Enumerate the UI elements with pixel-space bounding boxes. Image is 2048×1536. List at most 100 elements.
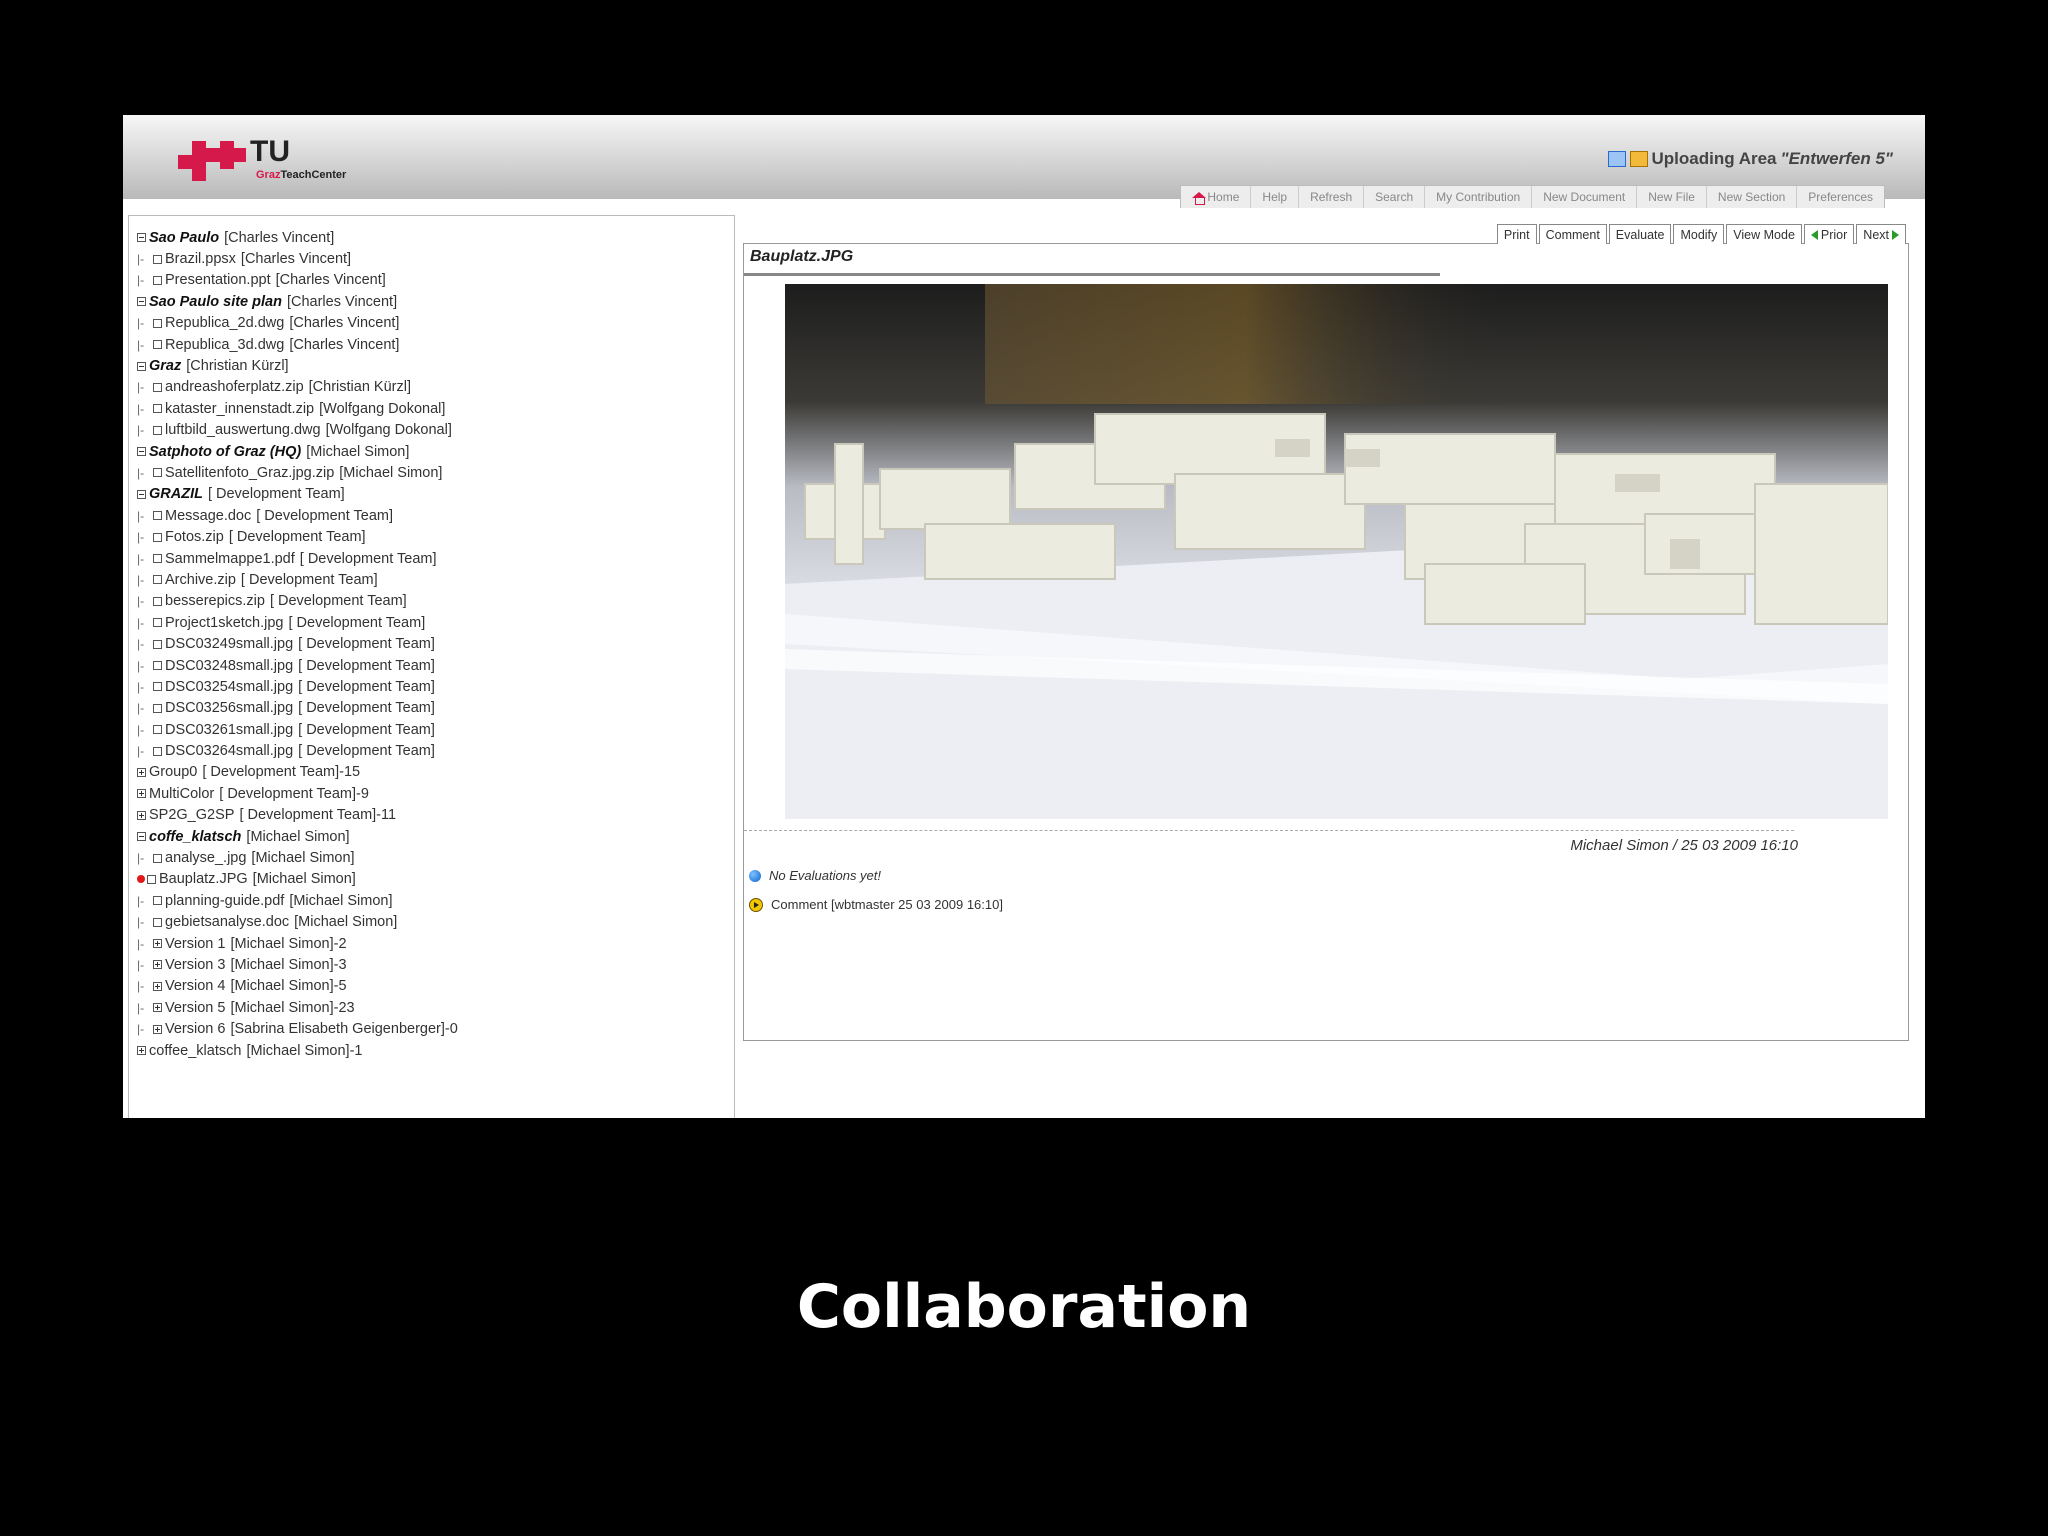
tree-item[interactable]: |- analyse_.jpg [Michael Simon] <box>137 847 458 868</box>
tree-item-name[interactable]: coffee_klatsch <box>149 1043 241 1059</box>
tree-item[interactable]: |- Message.doc [ Development Team] <box>137 505 458 526</box>
tree-item[interactable]: Sao Paulo [Charles Vincent] <box>137 227 458 248</box>
tree-item[interactable]: |- DSC03248small.jpg [ Development Team] <box>137 655 458 676</box>
tree-item-name[interactable]: Republica_2d.dwg <box>165 315 284 331</box>
tree-item-name[interactable]: Satellitenfoto_Graz.jpg.zip <box>165 465 334 481</box>
tree-item[interactable]: |- Archive.zip[ Development Team] <box>137 569 458 590</box>
tree-item-name[interactable]: Group0 <box>149 764 197 780</box>
nav-new-file[interactable]: New File <box>1637 186 1707 208</box>
collapse-icon[interactable] <box>137 832 146 842</box>
tree-item-name[interactable]: Sammelmappe1.pdf <box>165 551 295 567</box>
collapse-icon[interactable] <box>137 233 146 243</box>
tree-item-name[interactable]: Version 6 <box>165 1021 225 1037</box>
tree-item[interactable]: |- Version 5 [Michael Simon]-23 <box>137 997 458 1018</box>
tree-item-name[interactable]: kataster_innenstadt.zip <box>165 401 314 417</box>
nav-home[interactable]: Home <box>1181 186 1252 208</box>
tree-item-name[interactable]: Sao Paulo <box>149 230 219 246</box>
tree-item[interactable]: |- Sammelmappe1.pdf[ Development Team] <box>137 548 458 569</box>
tree-item[interactable]: Group0 [ Development Team]-15 <box>137 762 458 783</box>
tree-item[interactable]: |- Version 6 [Sabrina Elisabeth Geigenberg… <box>137 1018 458 1039</box>
tree-item-name[interactable]: Version 3 <box>165 957 225 973</box>
tu-graz-logo[interactable]: TU GrazTeachCenter <box>178 135 398 183</box>
tree-item-name[interactable]: planning-guide.pdf <box>165 893 284 909</box>
tree-item[interactable]: |- Version 1 [Michael Simon]-2 <box>137 933 458 954</box>
tab-modify[interactable]: Modify <box>1673 224 1725 244</box>
tree-item-name[interactable]: Version 1 <box>165 936 225 952</box>
expand-icon[interactable] <box>153 1003 162 1013</box>
tree-item-name[interactable]: Brazil.ppsx <box>165 251 236 267</box>
tree-item[interactable]: |- Satellitenfoto_Graz.jpg.zip [Michael Si… <box>137 462 458 483</box>
tree-item[interactable]: Bauplatz.JPG [Michael Simon] <box>137 869 458 890</box>
nav-preferences[interactable]: Preferences <box>1797 186 1884 208</box>
tree-item-name[interactable]: DSC03254small.jpg <box>165 679 293 695</box>
tree-item-name[interactable]: analyse_.jpg <box>165 850 246 866</box>
expand-icon[interactable] <box>137 1046 146 1056</box>
comment-row[interactable]: Comment [wbtmaster 25 03 2009 16:10] <box>749 897 1003 912</box>
tree-item[interactable]: |- Project1sketch.jpg [ Development Team] <box>137 612 458 633</box>
tree-item-name[interactable]: DSC03261small.jpg <box>165 722 293 738</box>
tree-item[interactable]: |- DSC03249small.jpg [ Development Team] <box>137 633 458 654</box>
collapse-icon[interactable] <box>137 297 146 307</box>
tree-item-name[interactable]: GRAZIL <box>149 486 203 502</box>
tree-item-name[interactable]: Fotos.zip <box>165 529 224 545</box>
tree-item-name[interactable]: MultiColor <box>149 786 214 802</box>
tree-item[interactable]: |- gebietsanalyse.doc [Michael Simon] <box>137 912 458 933</box>
expand-icon[interactable] <box>153 1024 162 1034</box>
tree-item-name[interactable]: DSC03249small.jpg <box>165 636 293 652</box>
tree-item[interactable]: |- DSC03264small.jpg [ Development Team] <box>137 740 458 761</box>
tree-item[interactable]: SP2G_G2SP [ Development Team]-11 <box>137 805 458 826</box>
tree-item[interactable]: |- Version 4 [Michael Simon]-5 <box>137 976 458 997</box>
tree-item-name[interactable]: Message.doc <box>165 508 251 524</box>
tree-item-name[interactable]: Satphoto of Graz (HQ) <box>149 444 301 460</box>
nav-search[interactable]: Search <box>1364 186 1426 208</box>
tree-item-name[interactable]: Bauplatz.JPG <box>159 871 248 887</box>
tree-item-name[interactable]: DSC03264small.jpg <box>165 743 293 759</box>
tree-item[interactable]: Satphoto of Graz (HQ) [Michael Simon] <box>137 441 458 462</box>
window-icon[interactable] <box>1607 151 1626 167</box>
tab-evaluate[interactable]: Evaluate <box>1608 224 1672 244</box>
nav-my-contribution[interactable]: My Contribution <box>1425 186 1533 208</box>
collapse-icon[interactable] <box>137 447 146 457</box>
tab-comment[interactable]: Comment <box>1538 224 1607 244</box>
tree-item-name[interactable]: DSC03248small.jpg <box>165 658 293 674</box>
tree-item-name[interactable]: andreashoferplatz.zip <box>165 379 304 395</box>
tree-item-name[interactable]: gebietsanalyse.doc <box>165 914 289 930</box>
tree-item[interactable]: |- besserepics.zip[ Development Team] <box>137 591 458 612</box>
tree-item-name[interactable]: Archive.zip <box>165 572 236 588</box>
tree-item-name[interactable]: luftbild_auswertung.dwg <box>165 422 321 438</box>
expand-icon[interactable] <box>137 767 146 777</box>
tree-item-name[interactable]: Version 4 <box>165 978 225 994</box>
collapse-icon[interactable] <box>137 361 146 371</box>
tree-item-name[interactable]: Project1sketch.jpg <box>165 615 283 631</box>
tree-item-name[interactable]: DSC03256small.jpg <box>165 700 293 716</box>
tree-item-name[interactable]: besserepics.zip <box>165 593 265 609</box>
tree-item[interactable]: coffe_klatsch [Michael Simon] <box>137 826 458 847</box>
tree-item-name[interactable]: Graz <box>149 358 181 374</box>
tree-item[interactable]: |- Fotos.zip[ Development Team] <box>137 526 458 547</box>
tree-item-name[interactable]: coffe_klatsch <box>149 829 241 845</box>
tab-prior[interactable]: Prior <box>1803 224 1855 244</box>
tab-print[interactable]: Print <box>1496 224 1537 244</box>
expand-icon[interactable] <box>153 981 162 991</box>
expand-icon[interactable] <box>137 810 146 820</box>
expand-icon[interactable] <box>153 960 162 970</box>
comment-text[interactable]: Comment [wbtmaster 25 03 2009 16:10] <box>771 897 1003 912</box>
nav-help[interactable]: Help <box>1251 186 1300 208</box>
tree-item[interactable]: |- Republica_2d.dwg [Charles Vincent] <box>137 313 458 334</box>
tree-item[interactable]: |- DSC03254small.jpg [ Development Team] <box>137 676 458 697</box>
tree-item-name[interactable]: SP2G_G2SP <box>149 807 234 823</box>
tree-item[interactable]: Sao Paulo site plan [Charles Vincent] <box>137 291 458 312</box>
tree-item[interactable]: |- kataster_innenstadt.zip [Wolfgang Dokon… <box>137 398 458 419</box>
expand-icon[interactable] <box>153 939 162 949</box>
tab-next[interactable]: Next <box>1856 224 1906 244</box>
tree-item[interactable]: |- andreashoferplatz.zip [Christian Kürzl] <box>137 377 458 398</box>
rss-icon[interactable] <box>1629 151 1648 167</box>
nav-new-section[interactable]: New Section <box>1707 186 1798 208</box>
tree-item-name[interactable]: Version 5 <box>165 1000 225 1016</box>
tree-item[interactable]: MultiColor [ Development Team]-9 <box>137 783 458 804</box>
tree-item[interactable]: GRAZIL[ Development Team] <box>137 484 458 505</box>
comment-arrow-icon[interactable] <box>749 897 763 912</box>
tree-item[interactable]: coffee_klatsch [Michael Simon]-1 <box>137 1040 458 1061</box>
tree-item[interactable]: |- Version 3 [Michael Simon]-3 <box>137 954 458 975</box>
site-model-photo[interactable] <box>785 284 1888 819</box>
